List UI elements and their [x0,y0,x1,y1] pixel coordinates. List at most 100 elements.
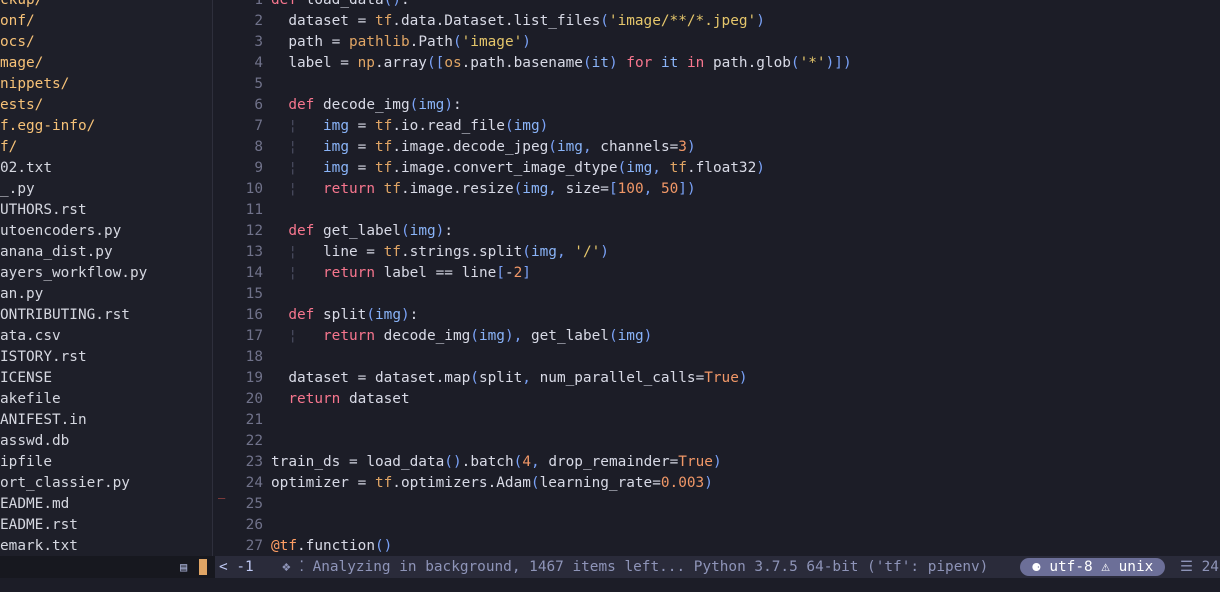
code-text: ¦ return tf.image.resize(img, size=[100,… [288,181,696,197]
line-number: 8 [254,139,263,155]
line-number: 14 [245,265,263,281]
line-number: 11 [245,202,263,218]
tree-file[interactable]: ayers_workflow.py [0,263,147,284]
tree-file[interactable]: ort_classier.py [0,473,130,494]
code-line[interactable]: 3 path = pathlib.Path('image') [213,32,1220,53]
status-left [0,556,205,578]
line-number: 7 [254,118,263,134]
code-line[interactable]: 1 def load_data(): [213,0,1220,11]
line-number: 19 [245,370,263,386]
error-sign-icon: _ [218,485,226,499]
code-text: @tf.function() [271,538,393,554]
line-number: 15 [245,286,263,302]
tree-folder[interactable]: mage/ [0,53,43,74]
code-text: ¦ return decode_img(img), get_label(img) [288,328,653,344]
code-line[interactable]: 5 [213,74,1220,95]
line-column-indicator[interactable]: ☰ 24: [1180,556,1220,578]
code-line[interactable]: 25 [213,494,1220,515]
line-number: 4 [254,55,263,71]
code-line[interactable]: 16 def split(img): [213,305,1220,326]
tree-file[interactable]: UTHORS.rst [0,200,87,221]
tree-file[interactable]: ANIFEST.in [0,410,87,431]
code-line[interactable]: 17 ¦ return decode_img(img), get_label(i… [213,326,1220,347]
tree-file[interactable]: ONTRIBUTING.rst [0,305,130,326]
code-line[interactable]: 2 dataset = tf.data.Dataset.list_files('… [213,11,1220,32]
tree-file[interactable]: EADME.md [0,494,69,515]
code-line[interactable]: 8 ¦ img = tf.image.decode_jpeg(img, chan… [213,137,1220,158]
status-message: ❖ ⁚ Analyzing in background, 1467 items … [282,559,989,575]
line-number: 16 [245,307,263,323]
code-text: dataset = dataset.map(split, num_paralle… [271,370,748,386]
tree-file[interactable]: ipfile [0,452,52,473]
code-line[interactable]: 13 ¦ line = tf.strings.split(img, '/') [213,242,1220,263]
tree-file[interactable]: EADME.rst [0,515,78,536]
line-number: 18 [245,349,263,365]
code-line[interactable]: 27 @tf.function() [213,536,1220,556]
code-text: ¦ img = tf.image.decode_jpeg(img, channe… [288,139,696,155]
code-text: label = np.array([os.path.basename(it) f… [271,55,852,71]
code-editor[interactable]: 1 def load_data(): 2 dataset = tf.data.Dat… [213,0,1220,556]
tree-file[interactable]: ata.csv [0,326,61,347]
code-line[interactable]: 26 [213,515,1220,536]
code-line[interactable]: 18 [213,347,1220,368]
code-text: optimizer = tf.optimizers.Adam(learning_… [271,475,713,491]
code-line[interactable]: 7 ¦ img = tf.io.read_file(img) [213,116,1220,137]
tree-file[interactable]: emark.txt [0,536,78,556]
code-text: return dataset [288,391,410,407]
code-line[interactable]: 15 [213,284,1220,305]
code-line[interactable]: 21 [213,410,1220,431]
code-line[interactable]: 11 [213,200,1220,221]
line-number: 20 [245,391,263,407]
tree-file[interactable]: akefile [0,389,61,410]
code-line[interactable]: 22 [213,431,1220,452]
tree-folder[interactable]: f.egg-info/ [0,116,95,137]
file-explorer: ckup/onf/ocs/mage/nippets/ests/f.egg-inf… [0,0,212,556]
tree-folder[interactable]: f/ [0,137,17,158]
line-number: 10 [245,181,263,197]
cursor-position[interactable]: < -1 [219,556,254,578]
tree-file[interactable]: asswd.db [0,431,69,452]
tree-folder[interactable]: ckup/ [0,0,43,11]
line-number: 5 [254,76,263,92]
code-text: ¦ return label == line[-2] [288,265,531,281]
file-icon: ▤ [180,560,188,574]
status-main: < -1 ❖ ⁚ Analyzing in background, 1467 i… [215,556,1220,578]
tree-file[interactable]: _.py [0,179,35,200]
code-line[interactable]: 4 label = np.array([os.path.basename(it)… [213,53,1220,74]
code-text: def get_label(img): [288,223,453,239]
tree-folder[interactable]: onf/ [0,11,35,32]
line-number: 9 [254,160,263,176]
code-line[interactable]: 6 def decode_img(img): [213,95,1220,116]
code-line[interactable]: 12 def get_label(img): [213,221,1220,242]
line-number: 26 [245,517,263,533]
tree-file[interactable]: an.py [0,284,43,305]
code-text: ¦ img = tf.image.convert_image_dtype(img… [288,160,765,176]
bottom-margin [0,578,1220,592]
code-text: path = pathlib.Path('image') [271,34,531,50]
tree-file[interactable]: anana_dist.py [0,242,113,263]
code-line[interactable]: 24 optimizer = tf.optimizers.Adam(learnin… [213,473,1220,494]
bookmark-icon [199,559,207,575]
line-number: 12 [245,223,263,239]
tree-folder[interactable]: nippets/ [0,74,69,95]
code-line[interactable]: 23 train_ds = load_data().batch(4, drop_r… [213,452,1220,473]
status-bar: ▤ < -1 ❖ ⁚ Analyzing in background, 1467… [0,556,1220,578]
tree-folder[interactable]: ocs/ [0,32,35,53]
code-line[interactable]: 9 ¦ img = tf.image.convert_image_dtype(i… [213,158,1220,179]
tree-file[interactable]: ISTORY.rst [0,347,87,368]
tree-file[interactable]: 02.txt [0,158,52,179]
tree-file[interactable]: utoencoders.py [0,221,121,242]
code-line[interactable]: 10 ¦ return tf.image.resize(img, size=[1… [213,179,1220,200]
code-line[interactable]: 19 dataset = dataset.map(split, num_para… [213,368,1220,389]
line-number: 6 [254,97,263,113]
tree-folder[interactable]: ests/ [0,95,43,116]
code-line[interactable]: 14 ¦ return label == line[-2] [213,263,1220,284]
encoding-badge[interactable]: ⚈ utf-8 ⚠ unix [1020,558,1166,576]
line-number: 22 [245,433,263,449]
code-text: ¦ line = tf.strings.split(img, '/') [288,244,609,260]
code-text: def split(img): [288,307,419,323]
line-number: 1 [254,0,263,8]
code-text: train_ds = load_data().batch(4, drop_rem… [271,454,722,470]
code-line[interactable]: 20 return dataset [213,389,1220,410]
tree-file[interactable]: ICENSE [0,368,52,389]
